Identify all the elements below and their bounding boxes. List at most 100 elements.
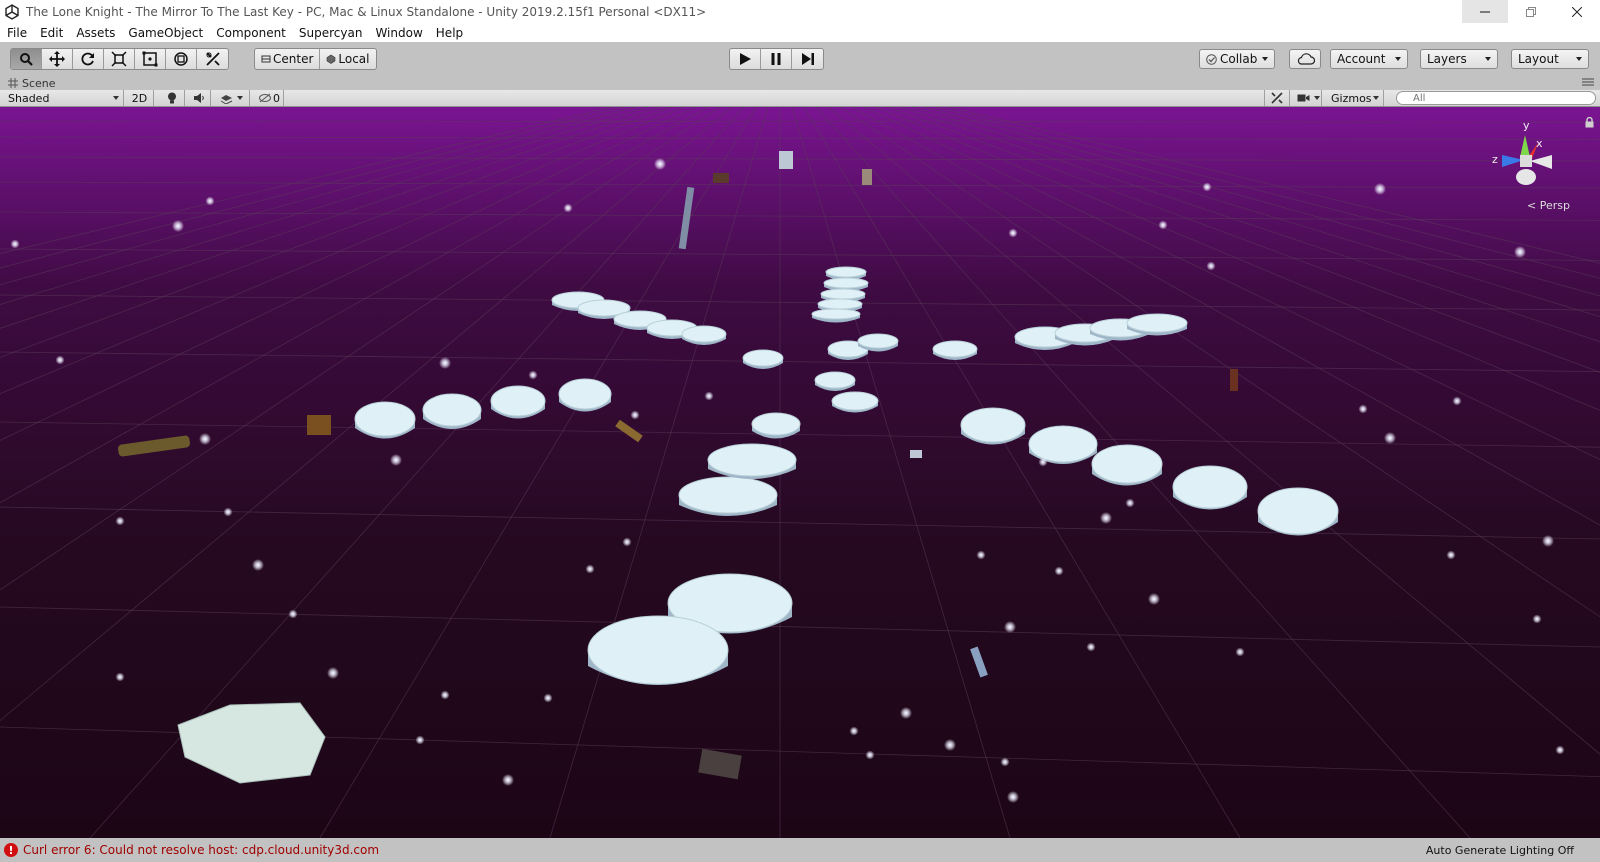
projection-toggle[interactable]: < Persp <box>1527 199 1570 212</box>
layers-dropdown[interactable]: Layers <box>1420 49 1498 69</box>
menu-edit[interactable]: Edit <box>33 26 69 40</box>
chevron-down-icon <box>1576 57 1582 61</box>
tab-menu-icon[interactable] <box>1582 78 1594 86</box>
move-tool-button[interactable] <box>42 49 73 69</box>
scene-3d-render[interactable] <box>0 107 1600 838</box>
shading-mode-dropdown[interactable]: Shaded <box>0 90 124 106</box>
ice-platform <box>817 298 863 310</box>
ice-platform <box>825 266 867 278</box>
star-particle <box>1158 220 1168 230</box>
hand-tool-button[interactable] <box>11 49 42 69</box>
minimize-icon <box>1480 11 1490 12</box>
gizmo-center-cube[interactable] <box>1520 155 1532 167</box>
star-particle <box>1555 745 1565 755</box>
star-particle <box>1007 791 1019 803</box>
shading-mode-label: Shaded <box>8 91 50 105</box>
audio-toggle[interactable] <box>187 90 211 106</box>
star-particle <box>1148 593 1160 605</box>
cloud-button[interactable] <box>1289 49 1321 69</box>
transform-tool-button[interactable] <box>166 49 197 69</box>
star-particle <box>252 559 264 571</box>
step-button[interactable] <box>792 49 823 69</box>
star-particle <box>944 739 956 751</box>
pause-button[interactable] <box>761 49 792 69</box>
main-toolbar: Center Local Collab Account Layers Layou… <box>0 42 1600 76</box>
ice-platform <box>1126 313 1188 333</box>
ice-platform <box>587 615 729 685</box>
speaker-icon <box>193 93 204 103</box>
ice-platform <box>823 277 869 289</box>
restore-button[interactable] <box>1508 0 1554 23</box>
lock-icon[interactable] <box>1585 117 1594 128</box>
tab-scene[interactable]: Scene <box>8 76 56 90</box>
scene-viewport[interactable]: y x z < Persp <box>0 107 1600 838</box>
error-icon: ! <box>4 843 18 857</box>
rect-icon <box>142 51 158 67</box>
rotate-tool-button[interactable] <box>73 49 104 69</box>
status-bar[interactable]: ! Curl error 6: Could not resolve host: … <box>0 838 1600 862</box>
pivot-center-button[interactable]: Center <box>255 49 321 69</box>
gizmos-dropdown[interactable]: Gizmos <box>1326 90 1384 106</box>
minimize-button[interactable] <box>1462 0 1508 23</box>
layers-label: Layers <box>1427 52 1467 66</box>
chevron-down-icon <box>1485 57 1491 61</box>
star-particle <box>10 239 20 249</box>
menu-gameobject[interactable]: GameObject <box>121 26 209 40</box>
star-particle <box>704 391 714 401</box>
menu-file[interactable]: File <box>0 26 33 40</box>
star-particle <box>1514 246 1526 258</box>
menu-window[interactable]: Window <box>368 26 428 40</box>
star-particle <box>585 564 595 574</box>
menu-component[interactable]: Component <box>209 26 292 40</box>
star-particle <box>115 516 125 526</box>
gizmos-label: Gizmos <box>1331 91 1372 105</box>
z-axis-label: z <box>1492 153 1498 166</box>
y-axis-cone[interactable] <box>1520 135 1530 157</box>
transform-icon <box>174 52 188 66</box>
scale-tool-button[interactable] <box>104 49 135 69</box>
custom-tool-icon <box>205 52 220 66</box>
layout-dropdown[interactable]: Layout <box>1511 49 1589 69</box>
star-particle <box>288 609 298 619</box>
account-dropdown[interactable]: Account <box>1330 49 1408 69</box>
effects-dropdown[interactable] <box>214 90 250 106</box>
star-particle <box>1004 621 1016 633</box>
menu-supercyan[interactable]: Supercyan <box>292 26 369 40</box>
small-prop <box>779 151 793 169</box>
neg-x-axis-cone[interactable] <box>1530 155 1552 169</box>
scene-tools-button[interactable] <box>1264 90 1290 106</box>
chevron-down-icon <box>1314 96 1320 100</box>
custom-tool-button[interactable] <box>197 49 228 69</box>
close-button[interactable] <box>1554 0 1600 23</box>
star-particle <box>1384 432 1396 444</box>
hidden-objects-toggle[interactable]: 0 <box>254 90 284 106</box>
neg-y-axis-cone[interactable] <box>1516 169 1536 185</box>
hierarchy-search-input[interactable] <box>1396 91 1596 105</box>
rect-tool-button[interactable] <box>135 49 166 69</box>
ice-platform <box>857 333 899 349</box>
toggle-2d-button[interactable]: 2D <box>126 90 154 106</box>
star-particle <box>440 690 450 700</box>
lighting-toggle[interactable] <box>160 90 185 106</box>
collab-dropdown[interactable]: Collab <box>1199 49 1275 69</box>
star-particle <box>976 550 986 560</box>
star-particle <box>1086 642 1096 652</box>
ice-platform <box>811 308 861 320</box>
status-error-message[interactable]: Curl error 6: Could not resolve host: cd… <box>23 843 379 857</box>
ice-platform <box>1257 487 1339 535</box>
camera-dropdown[interactable] <box>1292 90 1322 106</box>
menu-help[interactable]: Help <box>429 26 469 40</box>
ice-platform <box>681 325 727 343</box>
star-particle <box>1542 535 1554 547</box>
star-particle <box>630 410 640 420</box>
star-particle <box>1532 614 1542 624</box>
pivot-local-button[interactable]: Local <box>320 49 375 69</box>
ice-platform <box>1091 444 1163 484</box>
star-particle <box>1038 457 1048 467</box>
play-button[interactable] <box>730 49 761 69</box>
collab-check-icon <box>1206 53 1217 65</box>
hand-icon <box>20 53 33 66</box>
collab-label: Collab <box>1220 52 1258 66</box>
menu-assets[interactable]: Assets <box>69 26 121 40</box>
effects-icon <box>220 95 233 104</box>
